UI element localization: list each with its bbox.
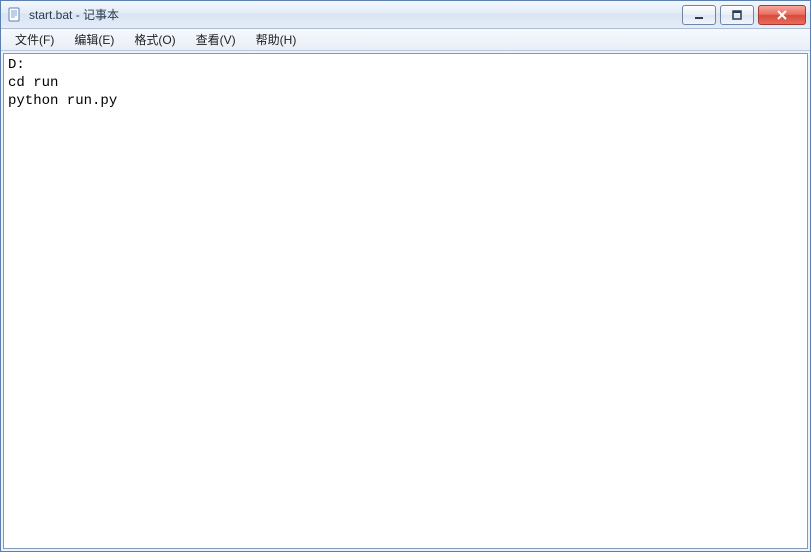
close-button[interactable] (758, 5, 806, 25)
window-title: start.bat - 记事本 (29, 6, 119, 23)
menu-format[interactable]: 格式(O) (124, 29, 185, 50)
editor-frame (3, 53, 808, 549)
text-editor[interactable] (4, 54, 807, 548)
menu-help[interactable]: 帮助(H) (246, 29, 307, 50)
minimize-icon (693, 9, 705, 21)
window-controls (682, 5, 806, 25)
maximize-button[interactable] (720, 5, 754, 25)
titlebar[interactable]: start.bat - 记事本 (1, 1, 810, 29)
minimize-button[interactable] (682, 5, 716, 25)
editor-container (1, 51, 810, 551)
menu-edit[interactable]: 编辑(E) (64, 29, 124, 50)
menubar: 文件(F) 编辑(E) 格式(O) 查看(V) 帮助(H) (1, 29, 810, 51)
close-icon (775, 9, 789, 21)
notepad-icon (7, 7, 23, 23)
menu-view[interactable]: 查看(V) (186, 29, 246, 50)
notepad-window: start.bat - 记事本 文件(F) (0, 0, 811, 552)
maximize-icon (731, 9, 743, 21)
menu-file[interactable]: 文件(F) (5, 29, 64, 50)
